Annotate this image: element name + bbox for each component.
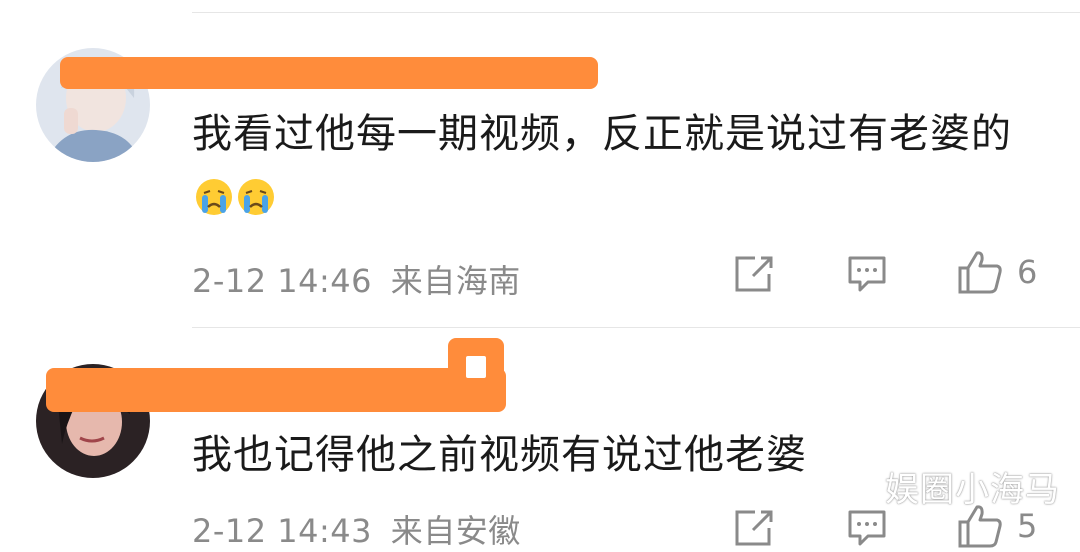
comment-text: 我看过他每一期视频，反正就是说过有老婆的 — [192, 102, 1022, 230]
comment-button[interactable] — [846, 508, 888, 548]
like-count: 6 — [1017, 253, 1038, 291]
comment-meta: 2-12 14:46 来自海南 — [192, 256, 521, 302]
repost-icon — [735, 256, 773, 292]
divider-top — [192, 12, 1080, 13]
repost-icon — [735, 510, 773, 546]
badge-icon — [466, 356, 486, 378]
comment-location: 来自安徽 — [390, 512, 521, 550]
comment-time: 2-12 14:43 — [192, 512, 373, 550]
comment-icon — [848, 256, 886, 292]
divider — [192, 327, 1080, 328]
repost-button[interactable] — [733, 508, 775, 548]
like-count: 5 — [1017, 507, 1038, 545]
username-redaction — [46, 368, 506, 412]
crying-face-icon — [194, 172, 234, 215]
thumbs-up-icon — [958, 251, 1002, 294]
repost-button[interactable] — [733, 254, 775, 294]
comment-location: 来自海南 — [390, 262, 521, 300]
crying-face-icon — [236, 172, 276, 215]
comment-meta: 2-12 14:43 来自安徽 — [192, 506, 521, 552]
comment-button[interactable] — [846, 254, 888, 294]
comment-time: 2-12 14:46 — [192, 262, 373, 300]
comment-icon — [848, 510, 886, 546]
username-redaction — [60, 57, 598, 89]
like-button[interactable]: 6 — [957, 250, 1037, 294]
watermark: 娱圈小海马 — [885, 470, 1060, 510]
